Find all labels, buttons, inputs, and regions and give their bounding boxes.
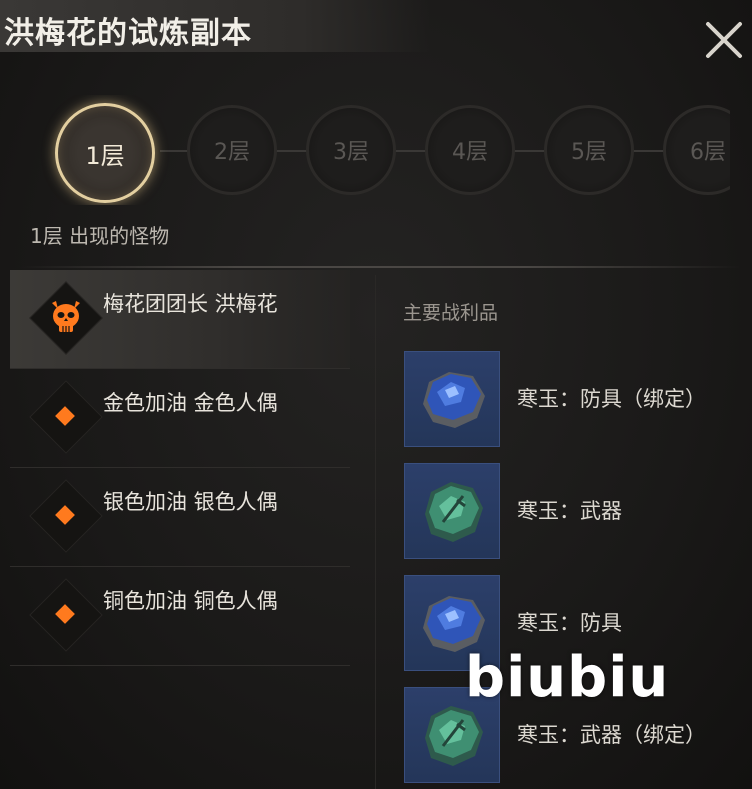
green-gem-icon — [425, 482, 483, 542]
floor-tab-6[interactable]: 6层 — [663, 105, 730, 195]
floor-label: 3层 — [333, 140, 369, 165]
floor-selector: 1层 2层 3层 4层 5层 6层 — [0, 95, 730, 205]
monster-list: 梅花团团长 洪梅花 金色加油 金色人偶 银色加油 银色人偶 铜色加油 铜色人偶 — [10, 270, 350, 666]
floor-label: 5层 — [571, 140, 607, 165]
monster-name: 梅花团团长 洪梅花 — [103, 292, 278, 316]
loot-title: 主要战利品 — [403, 302, 499, 324]
loot-name: 寒玉：武器 — [517, 499, 622, 523]
loot-name: 寒玉：武器（绑定） — [517, 723, 706, 747]
column-divider — [375, 275, 376, 789]
loot-item[interactable]: 寒玉：防具（绑定） — [404, 351, 734, 447]
page-title: 洪梅花的试炼副本 — [4, 16, 252, 51]
floor-label: 1层 — [85, 141, 125, 170]
floor-tab-3[interactable]: 3层 — [306, 105, 396, 195]
loot-name: 寒玉：防具（绑定） — [517, 387, 706, 411]
item-frame — [404, 463, 500, 559]
monster-item-silver-doll[interactable]: 银色加油 银色人偶 — [10, 468, 350, 567]
monster-item-boss[interactable]: 梅花团团长 洪梅花 — [10, 270, 350, 369]
floor-caption: 1层 出现的怪物 — [30, 224, 170, 248]
loot-name: 寒玉：防具 — [517, 611, 622, 635]
floor-tab-1[interactable]: 1层 — [55, 103, 155, 203]
floor-tab-4[interactable]: 4层 — [425, 105, 515, 195]
blue-gem-icon — [423, 372, 485, 428]
divider — [20, 266, 740, 268]
title-bar: 洪梅花的试炼副本 — [0, 0, 430, 52]
item-frame — [404, 351, 500, 447]
floor-label: 6层 — [690, 140, 726, 165]
close-icon — [706, 22, 742, 58]
floor-tab-5[interactable]: 5层 — [544, 105, 634, 195]
floor-tab-2[interactable]: 2层 — [187, 105, 277, 195]
loot-item[interactable]: 寒玉：武器 — [404, 463, 734, 559]
monster-name: 银色加油 银色人偶 — [103, 490, 278, 514]
monster-name: 金色加油 金色人偶 — [103, 391, 278, 415]
monster-name: 铜色加油 铜色人偶 — [103, 589, 278, 613]
close-button[interactable] — [702, 18, 746, 62]
boss-skull-icon — [52, 301, 80, 332]
watermark: biubiu — [465, 645, 670, 710]
floor-label: 2层 — [214, 140, 250, 165]
monster-item-gold-doll[interactable]: 金色加油 金色人偶 — [10, 369, 350, 468]
monster-item-copper-doll[interactable]: 铜色加油 铜色人偶 — [10, 567, 350, 666]
floor-label: 4层 — [452, 140, 488, 165]
